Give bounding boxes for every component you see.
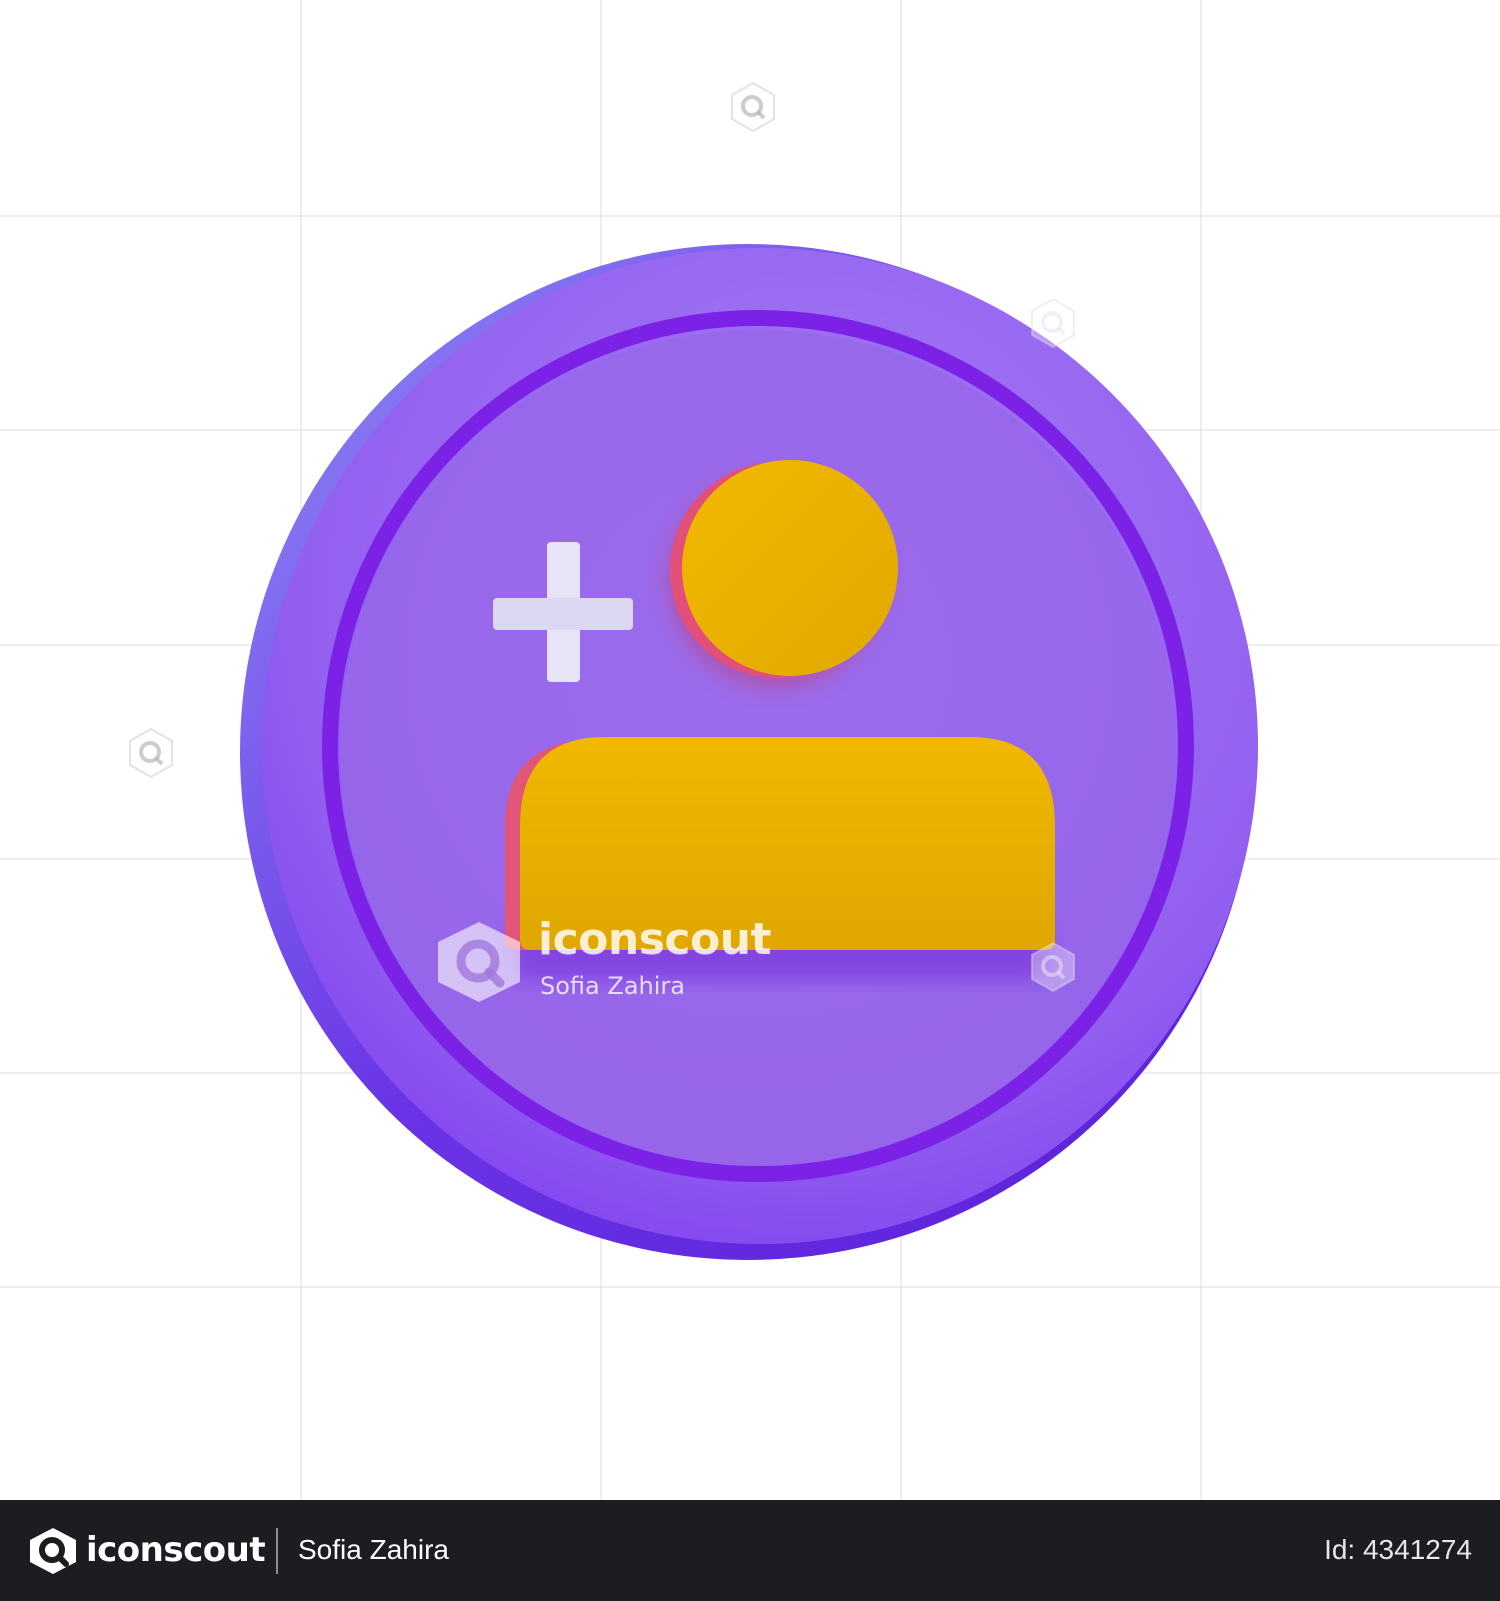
add-user-coin-illustration	[240, 244, 1258, 1260]
image-viewer: iconscout Sofia Zahira iconscout Sofia Z…	[0, 0, 1500, 1601]
iconscout-logo-icon[interactable]	[28, 1527, 78, 1575]
watermark-author: Sofia Zahira	[540, 972, 685, 1000]
footer-asset-id: Id: 4341274	[1324, 1534, 1472, 1565]
footer-bar: iconscout Sofia Zahira Id: 4341274	[0, 1500, 1500, 1601]
watermark-hex-icon	[731, 81, 775, 133]
watermark-brand: iconscout	[538, 914, 772, 965]
footer-brand[interactable]: iconscout	[86, 1530, 266, 1570]
footer-author[interactable]: Sofia Zahira	[298, 1532, 449, 1568]
watermark-hex-icon	[129, 727, 173, 779]
watermark-hex-icon	[1031, 297, 1075, 349]
footer-divider	[276, 1528, 278, 1574]
watermark-hex-icon	[1031, 941, 1075, 993]
iconscout-watermark-logo-icon	[438, 922, 520, 1002]
